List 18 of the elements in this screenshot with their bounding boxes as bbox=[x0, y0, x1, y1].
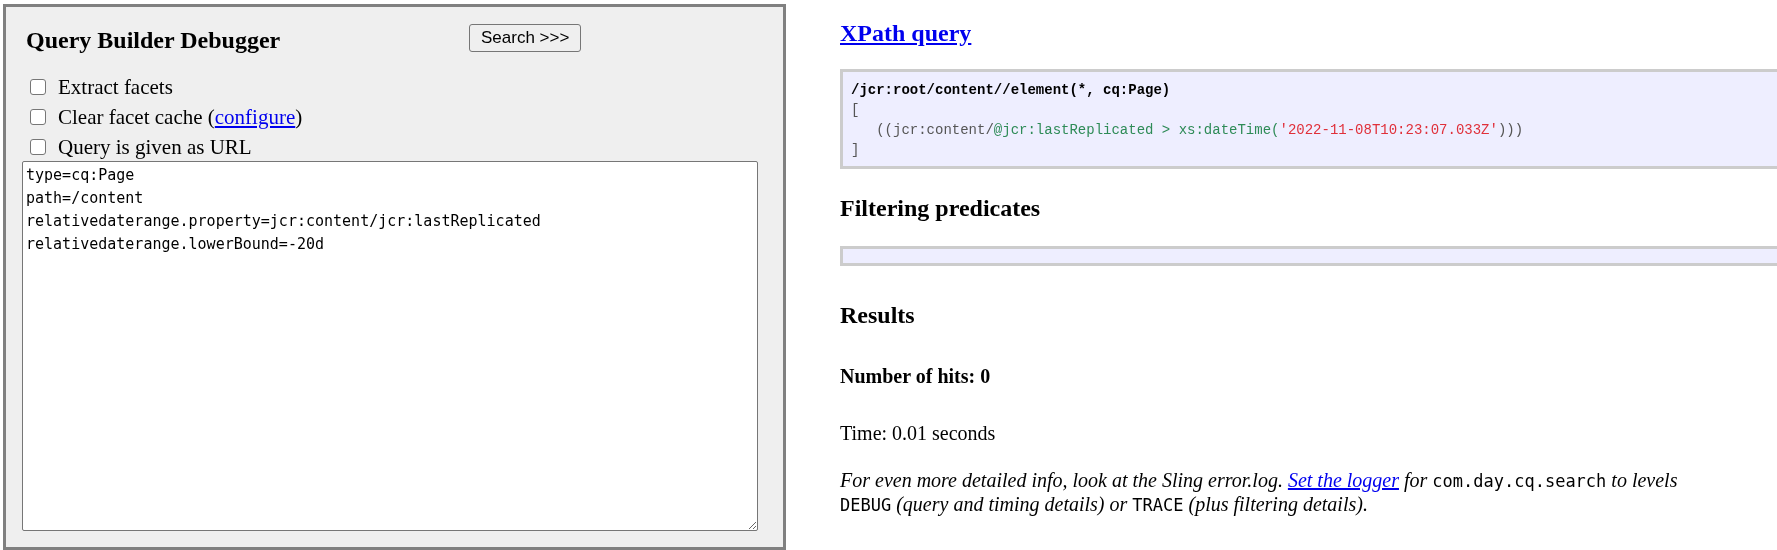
option-label: Clear facet cache (configure) bbox=[58, 104, 303, 130]
xpath-query-link[interactable]: XPath query bbox=[840, 20, 972, 47]
checkbox[interactable] bbox=[30, 79, 46, 95]
panel-title: Query Builder Debugger bbox=[26, 27, 282, 54]
section-heading: Filtering predicates bbox=[840, 195, 1042, 222]
checkbox[interactable] bbox=[30, 139, 46, 155]
hits-count: Number of hits: 0 bbox=[840, 365, 992, 388]
option-label: Query is given as URL bbox=[58, 134, 252, 160]
checkbox[interactable] bbox=[30, 109, 46, 125]
logger-link[interactable]: Set the logger bbox=[1287, 469, 1399, 491]
search-button[interactable]: Search >>> bbox=[469, 23, 582, 52]
option-label: Extract facets bbox=[58, 74, 173, 100]
section-heading: Results bbox=[840, 302, 916, 329]
query-input-field[interactable]: type=cq:Page path=/content relativedaterange.property=jcr:content/jcr:lastReplicated relativedaterange.lowerBound=-20d bbox=[22, 161, 758, 531]
xpath-code-block: /jcr:root/content//element(*, cq:Page) [ ((jcr:content/@jcr:lastReplicated > xs:dateTime('2022-11-08T10:23:07.033Z'))) ] bbox=[840, 69, 1777, 169]
time-text: Time: 0.01 seconds bbox=[840, 422, 997, 445]
configure-link[interactable]: configure bbox=[214, 104, 296, 129]
info-paragraph: For even more detailed info, look at the Sling error.log. Set the logger for com.day.cq.search to levels DEBUG (query and timing details) or TRACE (plus filtering details). bbox=[840, 469, 1679, 517]
